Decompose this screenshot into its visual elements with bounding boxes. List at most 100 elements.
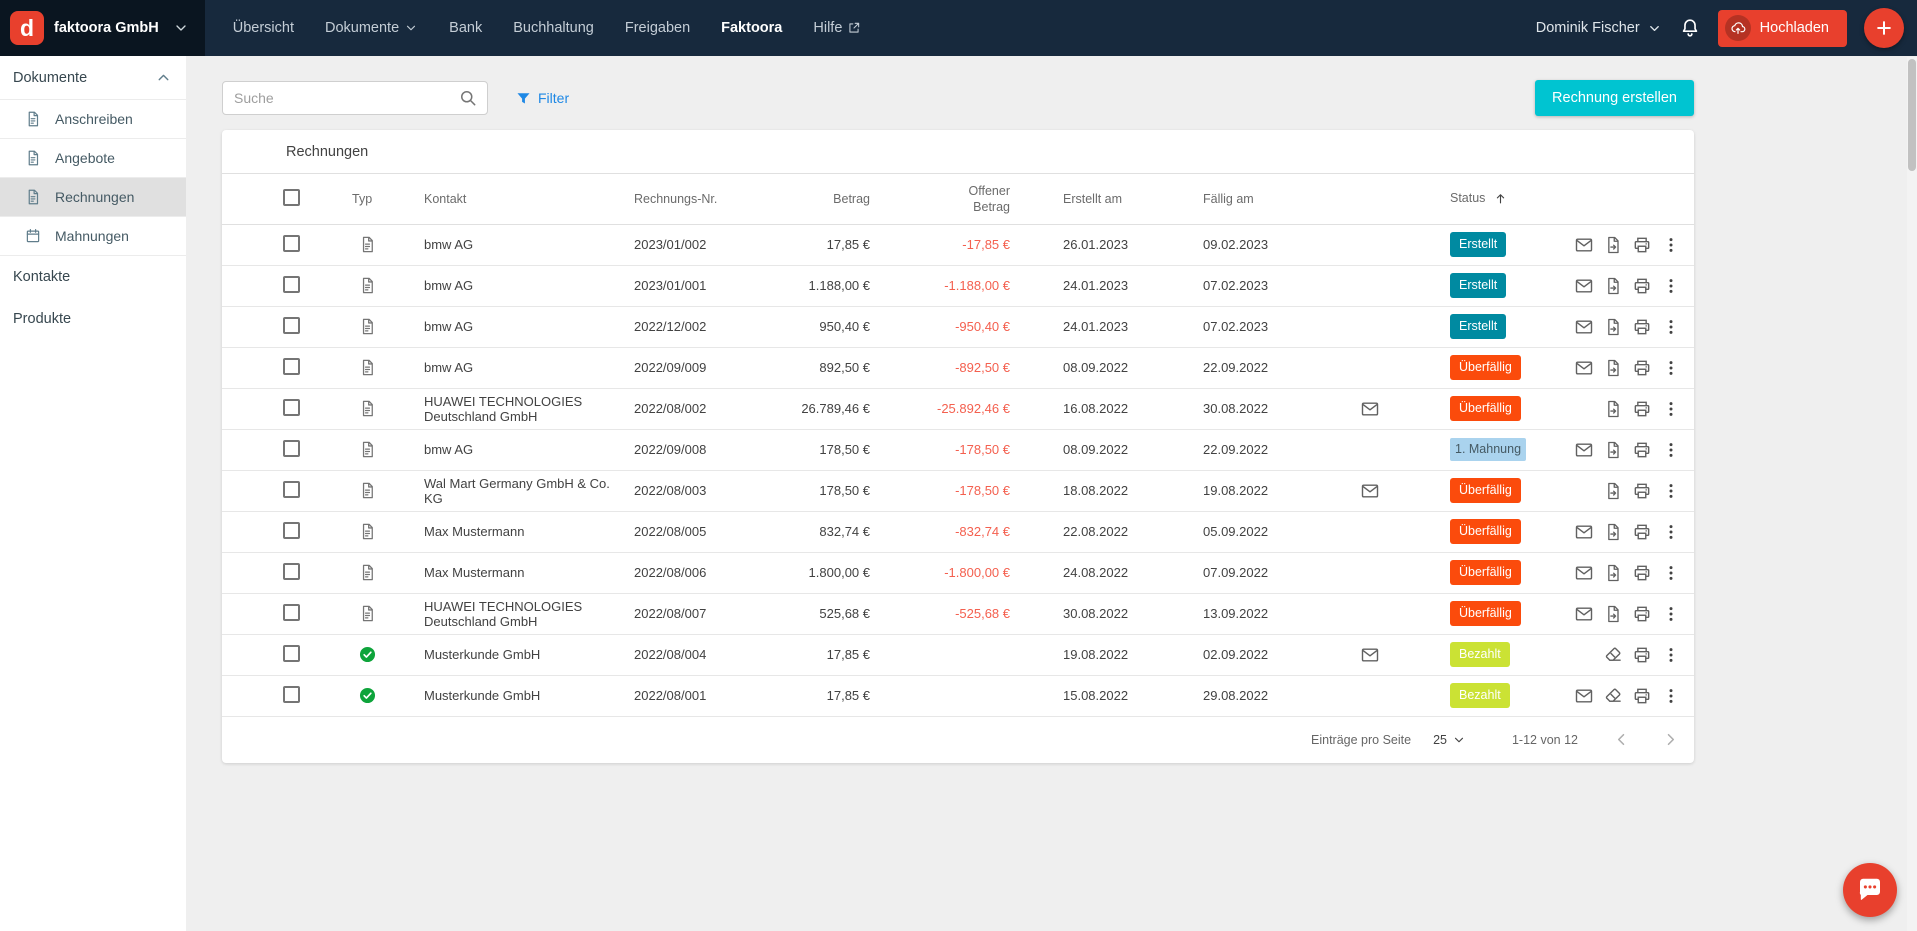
upload-button[interactable]: Hochladen <box>1718 10 1847 47</box>
print-button[interactable] <box>1632 522 1652 542</box>
search-input[interactable] <box>234 90 458 106</box>
row-menu-button[interactable] <box>1661 276 1681 296</box>
print-button[interactable] <box>1632 317 1652 337</box>
print-button[interactable] <box>1632 276 1652 296</box>
header-status-sort[interactable]: Status <box>1430 174 1570 224</box>
cancel-invoice-button[interactable] <box>1603 686 1623 706</box>
row-menu-button[interactable] <box>1661 686 1681 706</box>
print-button[interactable] <box>1632 645 1652 665</box>
row-checkbox[interactable] <box>283 440 300 457</box>
print-button[interactable] <box>1632 440 1652 460</box>
notifications-button[interactable] <box>1679 17 1701 39</box>
file-export-icon <box>1603 399 1623 419</box>
print-button[interactable] <box>1632 358 1652 378</box>
print-button[interactable] <box>1632 399 1652 419</box>
send-email-button[interactable] <box>1574 235 1594 255</box>
company-switcher[interactable]: faktoora GmbH <box>54 20 189 36</box>
export-pdf-button[interactable] <box>1603 440 1623 460</box>
nav-faktoora[interactable]: Faktoora <box>721 20 782 36</box>
row-menu-button[interactable] <box>1661 563 1681 583</box>
search-icon[interactable] <box>458 88 478 108</box>
send-email-button[interactable] <box>1574 604 1594 624</box>
next-page-button[interactable] <box>1661 730 1680 749</box>
send-email-button[interactable] <box>1574 686 1594 706</box>
sidebar-item-mahnungen[interactable]: Mahnungen <box>0 217 186 256</box>
export-pdf-button[interactable] <box>1603 481 1623 501</box>
user-menu[interactable]: Dominik Fischer <box>1536 20 1662 36</box>
export-pdf-button[interactable] <box>1603 358 1623 378</box>
faktoora-logo[interactable]: d <box>10 11 44 45</box>
row-checkbox[interactable] <box>283 604 300 621</box>
sidebar-item-dokumente[interactable]: Dokumente <box>0 56 186 99</box>
nav-uebersicht[interactable]: Übersicht <box>233 20 294 36</box>
invoice-row: HUAWEI TECHNOLOGIES Deutschland GmbH2022… <box>222 593 1694 634</box>
row-checkbox[interactable] <box>283 481 300 498</box>
send-email-button[interactable] <box>1574 522 1594 542</box>
row-menu-button[interactable] <box>1661 317 1681 337</box>
export-pdf-button[interactable] <box>1603 276 1623 296</box>
print-button[interactable] <box>1632 686 1652 706</box>
row-actions <box>1570 317 1694 337</box>
scrollbar-thumb[interactable] <box>1908 59 1916 171</box>
cancel-invoice-button[interactable] <box>1603 645 1623 665</box>
sidebar-item-rechnungen[interactable]: Rechnungen <box>0 178 186 217</box>
row-checkbox[interactable] <box>283 563 300 580</box>
filter-button[interactable]: Filter <box>515 90 569 107</box>
row-checkbox[interactable] <box>283 358 300 375</box>
nav-bank[interactable]: Bank <box>449 20 482 36</box>
row-checkbox[interactable] <box>283 317 300 334</box>
sidebar-item-kontakte[interactable]: Kontakte <box>0 256 186 298</box>
row-menu-button[interactable] <box>1661 440 1681 460</box>
created-date: 24.01.2023 <box>1010 265 1150 306</box>
export-pdf-button[interactable] <box>1603 522 1623 542</box>
create-invoice-button[interactable]: Rechnung erstellen <box>1535 80 1694 116</box>
export-pdf-button[interactable] <box>1603 563 1623 583</box>
row-menu-button[interactable] <box>1661 481 1681 501</box>
send-email-button[interactable] <box>1574 317 1594 337</box>
row-actions <box>1570 358 1694 378</box>
row-menu-button[interactable] <box>1661 235 1681 255</box>
row-checkbox[interactable] <box>283 686 300 703</box>
main-navigation: Übersicht Dokumente Bank Buchhaltung Fre… <box>233 20 862 36</box>
mail-icon <box>1574 440 1594 460</box>
export-pdf-button[interactable] <box>1603 604 1623 624</box>
print-button[interactable] <box>1632 563 1652 583</box>
row-checkbox[interactable] <box>283 276 300 293</box>
row-checkbox[interactable] <box>283 399 300 416</box>
nav-freigaben[interactable]: Freigaben <box>625 20 690 36</box>
contact-name: HUAWEI TECHNOLOGIES Deutschland GmbH <box>424 593 634 634</box>
row-menu-button[interactable] <box>1661 522 1681 542</box>
row-menu-button[interactable] <box>1661 399 1681 419</box>
invoice-number: 2023/01/002 <box>634 224 782 265</box>
sidebar-item-anschreiben[interactable]: Anschreiben <box>0 100 186 139</box>
export-pdf-button[interactable] <box>1603 399 1623 419</box>
row-menu-button[interactable] <box>1661 604 1681 624</box>
row-checkbox[interactable] <box>283 235 300 252</box>
quick-add-button[interactable] <box>1864 8 1904 48</box>
select-all-checkbox[interactable] <box>283 189 300 206</box>
nav-dokumente[interactable]: Dokumente <box>325 20 418 36</box>
send-email-button[interactable] <box>1574 276 1594 296</box>
print-button[interactable] <box>1632 481 1652 501</box>
previous-page-button[interactable] <box>1612 730 1631 749</box>
row-checkbox[interactable] <box>283 522 300 539</box>
sidebar-item-angebote[interactable]: Angebote <box>0 139 186 178</box>
nav-hilfe[interactable]: Hilfe <box>813 20 861 36</box>
page-scrollbar[interactable] <box>1907 57 1917 931</box>
print-button[interactable] <box>1632 235 1652 255</box>
nav-buchhaltung[interactable]: Buchhaltung <box>513 20 594 36</box>
print-button[interactable] <box>1632 604 1652 624</box>
send-email-button[interactable] <box>1574 563 1594 583</box>
row-menu-button[interactable] <box>1661 645 1681 665</box>
support-chat-button[interactable] <box>1843 863 1897 917</box>
sidebar-item-produkte[interactable]: Produkte <box>0 298 186 340</box>
export-pdf-button[interactable] <box>1603 235 1623 255</box>
export-pdf-button[interactable] <box>1603 317 1623 337</box>
invoice-number: 2022/08/006 <box>634 552 782 593</box>
row-menu-button[interactable] <box>1661 358 1681 378</box>
send-email-button[interactable] <box>1574 440 1594 460</box>
row-checkbox[interactable] <box>283 645 300 662</box>
printer-icon <box>1632 686 1652 706</box>
per-page-select[interactable]: 25 <box>1433 733 1466 747</box>
send-email-button[interactable] <box>1574 358 1594 378</box>
